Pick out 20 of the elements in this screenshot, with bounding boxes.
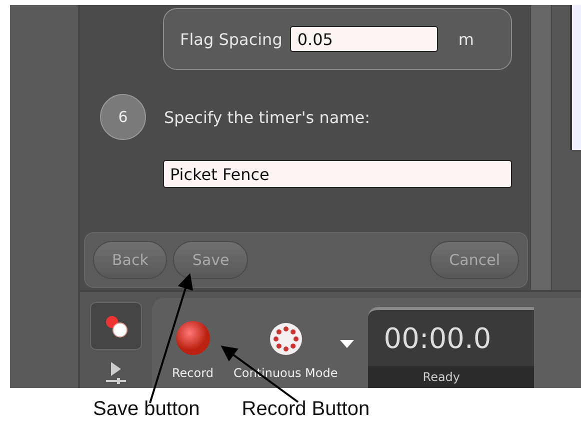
scrollbar[interactable] (530, 5, 552, 290)
unit-label: m (458, 30, 474, 48)
timer-time: 00:00.0 (382, 320, 492, 356)
dots-icon (103, 313, 129, 339)
flag-spacing-field[interactable]: 0.05 (290, 26, 438, 52)
timer-name-field[interactable]: Picket Fence (163, 160, 512, 188)
step-prompt: Specify the timer's name: (164, 108, 370, 126)
caption: Save button (93, 398, 200, 421)
timer-status: Ready (368, 366, 534, 388)
caption: Record Button (242, 398, 370, 421)
dialog-button[interactable]: Cancel (430, 241, 519, 279)
mode-toggle-button[interactable] (90, 302, 142, 350)
dropdown-icon[interactable] (340, 340, 354, 348)
dialog-button[interactable]: Back (93, 241, 168, 279)
play-slider-icon (105, 360, 127, 384)
flag-spacing-label: Flag Spacing (180, 30, 282, 48)
step-number: 6 (100, 94, 146, 140)
dialog-button[interactable]: Save (173, 241, 248, 279)
dotted-ring-icon[interactable] (268, 322, 303, 356)
record-label: Record (172, 366, 214, 380)
